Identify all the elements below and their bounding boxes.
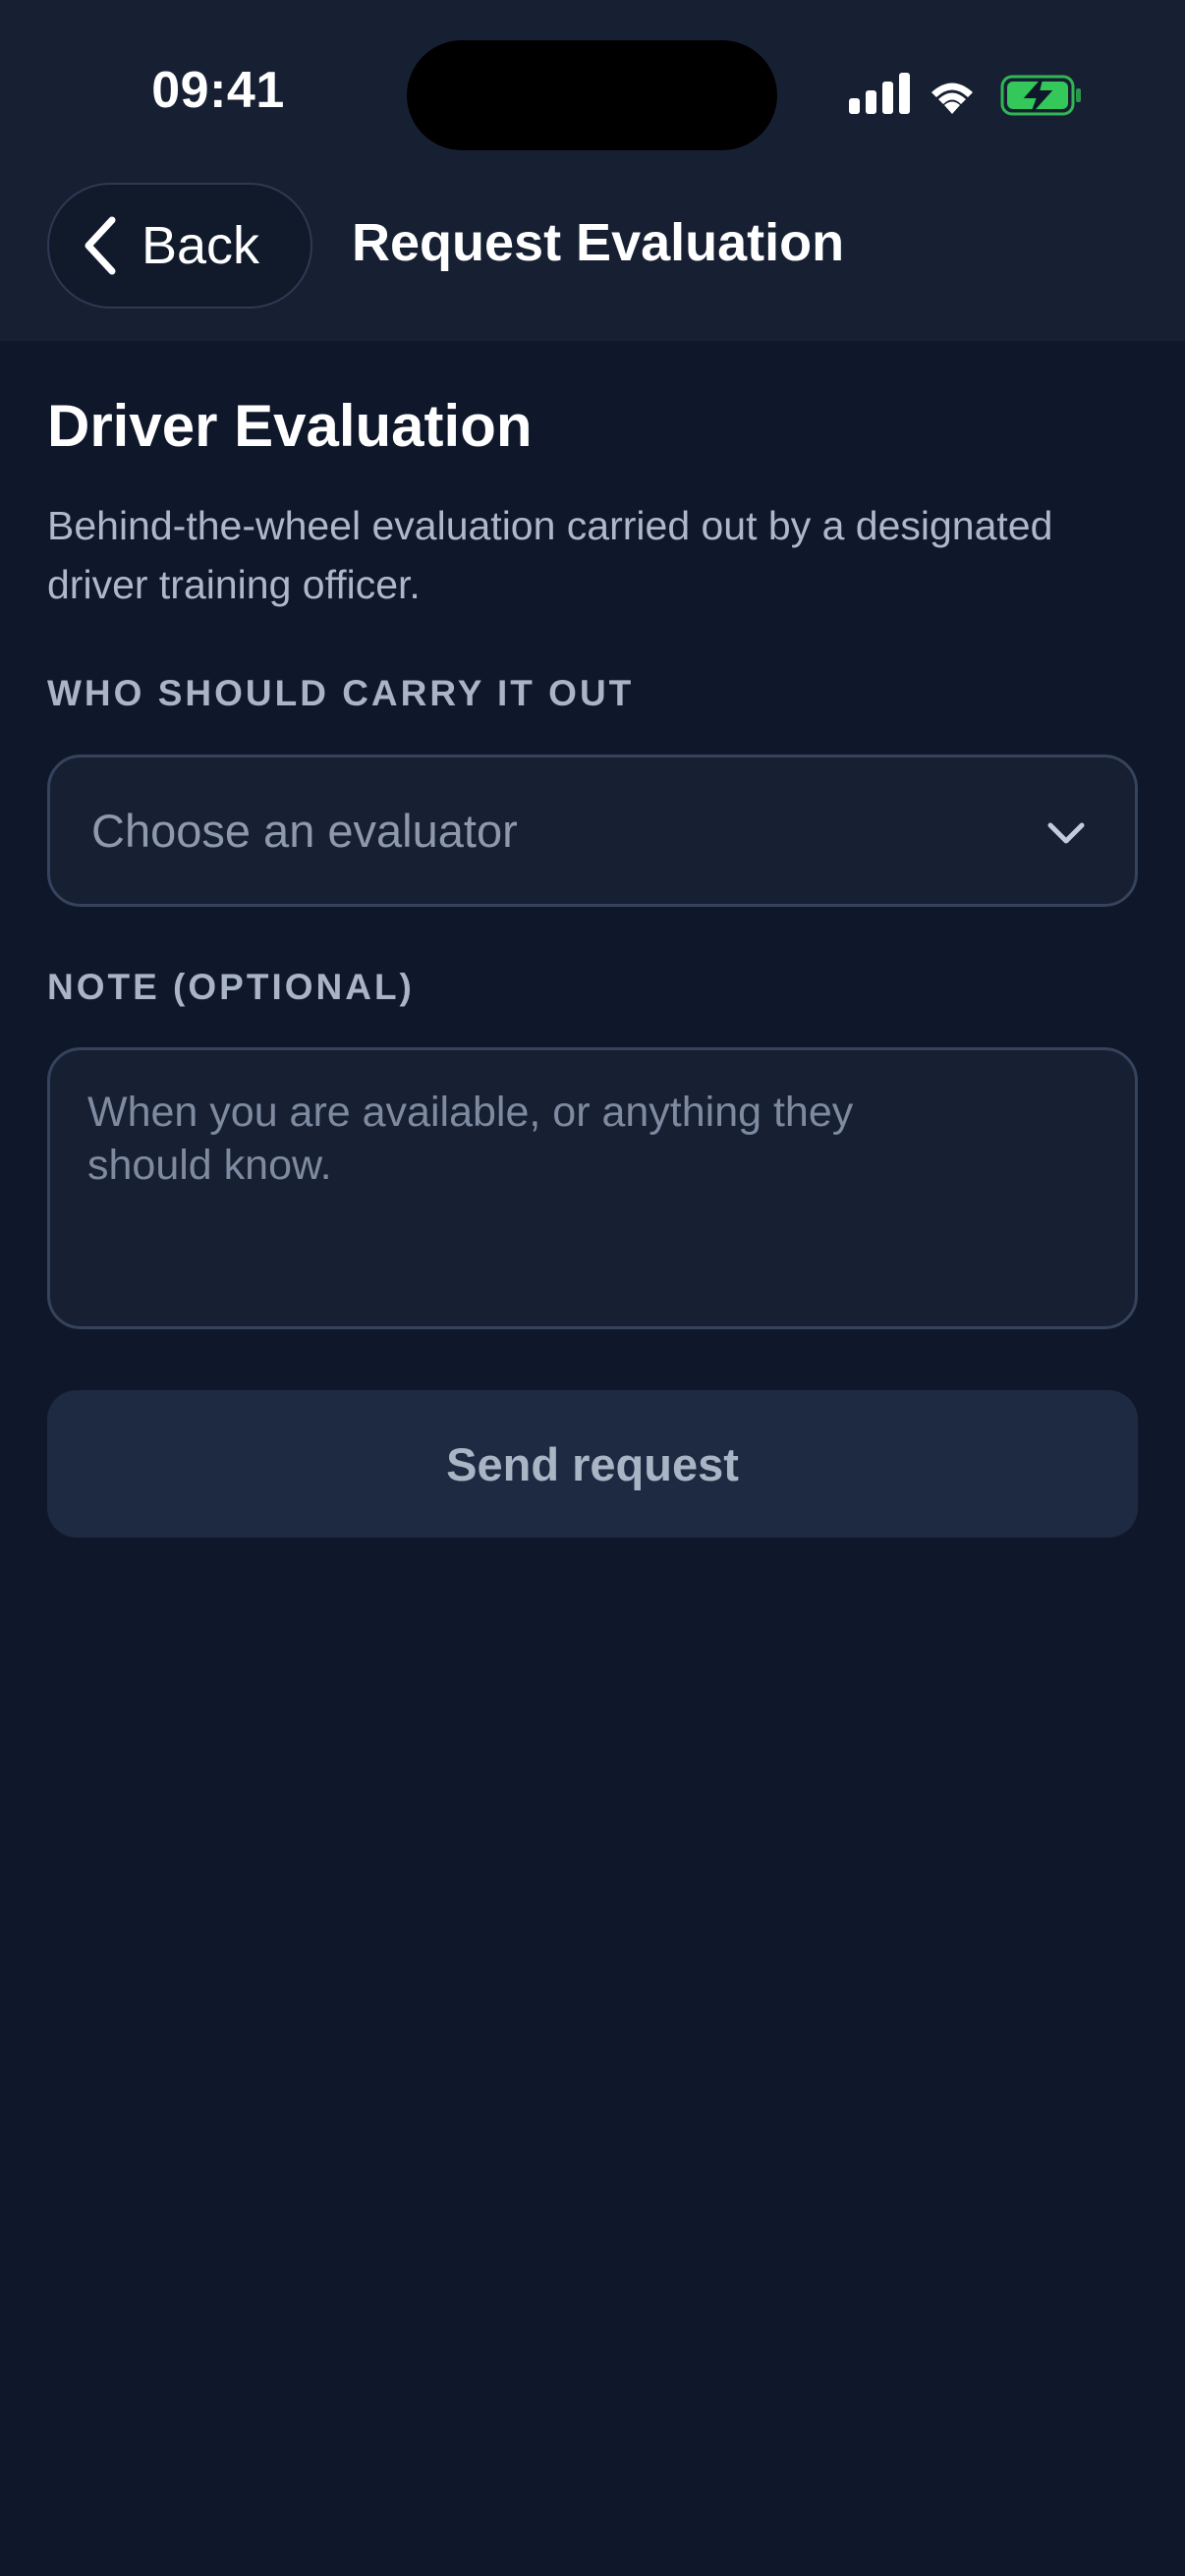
dynamic-island bbox=[407, 40, 777, 150]
status-icons bbox=[847, 71, 1083, 120]
back-button[interactable]: Back bbox=[47, 183, 312, 308]
chevron-down-icon bbox=[1047, 822, 1085, 844]
status-icons-svg bbox=[849, 73, 1081, 116]
status-bar: 09:41 bbox=[0, 0, 1185, 187]
wifi-icon bbox=[931, 83, 973, 114]
note-placeholder: When you are available, or anything they… bbox=[87, 1089, 854, 1189]
page-title: Request Evaluation bbox=[352, 213, 845, 272]
evaluator-label: WHO SHOULD CARRY IT OUT bbox=[47, 673, 635, 713]
note-textarea[interactable]: When you are available, or anything they… bbox=[47, 1047, 1138, 1329]
section-description: Behind-the-wheel evaluation carried out … bbox=[47, 503, 1053, 607]
battery-charging-icon bbox=[1000, 75, 1081, 116]
section-title: Driver Evaluation bbox=[47, 393, 533, 459]
note-label: NOTE (OPTIONAL) bbox=[47, 967, 415, 1007]
evaluator-select-placeholder: Choose an evaluator bbox=[91, 805, 518, 857]
navigation-bar: Back Request Evaluation bbox=[0, 177, 1185, 314]
cellular-signal-icon bbox=[849, 73, 910, 114]
back-button-label: Back bbox=[141, 216, 260, 275]
send-request-button[interactable]: Send request bbox=[47, 1390, 1138, 1538]
send-request-label: Send request bbox=[446, 1437, 739, 1490]
chevron-left-icon bbox=[85, 216, 116, 275]
evaluator-select[interactable]: Choose an evaluator bbox=[47, 755, 1138, 907]
status-time: 09:41 bbox=[151, 62, 285, 119]
